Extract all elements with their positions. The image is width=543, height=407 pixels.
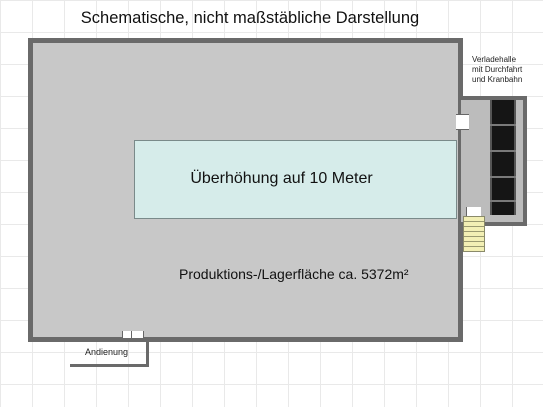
crane-rung xyxy=(490,200,516,202)
door-opening xyxy=(456,114,469,130)
delivery-label: Andienung xyxy=(85,347,129,357)
elevated-area-label: Überhöhung auf 10 Meter xyxy=(190,170,373,187)
staircase xyxy=(463,216,485,252)
door-opening xyxy=(466,207,481,216)
loading-hall-label: Verladehalle mit Durchfahrt und Kranbahn xyxy=(472,55,523,84)
entrance-divider xyxy=(131,331,132,338)
diagram-title: Schematische, nicht maßstäbliche Darstel… xyxy=(80,9,420,27)
crane-track xyxy=(490,100,516,215)
floor-area-label: Produktions-/Lagerfläche ca. 5372m² xyxy=(179,266,409,282)
crane-rung xyxy=(490,124,516,126)
crane-rung xyxy=(490,176,516,178)
crane-rung xyxy=(490,150,516,152)
entrance-opening xyxy=(122,331,144,338)
